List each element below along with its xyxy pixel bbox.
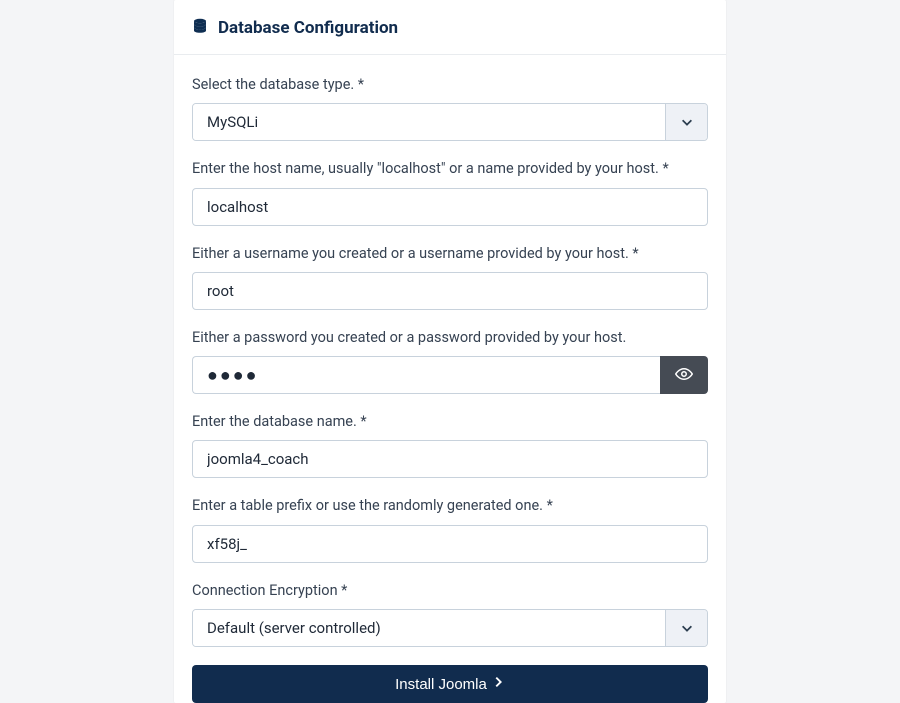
form-body: Select the database type. * MySQLi Enter… (174, 55, 726, 703)
username-group: Either a username you created or a usern… (192, 244, 708, 310)
dbname-group: Enter the database name. * (192, 412, 708, 478)
database-config-card: Database Configuration Select the databa… (174, 0, 726, 703)
host-group: Enter the host name, usually "localhost"… (192, 159, 708, 225)
prefix-input[interactable] (192, 525, 708, 563)
db-type-label: Select the database type. * (192, 75, 708, 95)
page-title: Database Configuration (218, 18, 398, 38)
db-type-group: Select the database type. * MySQLi (192, 75, 708, 141)
password-input[interactable]: ●●●● (192, 356, 660, 394)
db-type-value: MySQLi (193, 104, 665, 140)
prefix-label: Enter a table prefix or use the randomly… (192, 496, 708, 516)
card-header: Database Configuration (174, 0, 726, 55)
dbname-label: Enter the database name. * (192, 412, 708, 432)
password-input-group: ●●●● (192, 356, 708, 394)
dbname-input[interactable] (192, 440, 708, 478)
password-group: Either a password you created or a passw… (192, 328, 708, 394)
encryption-select[interactable]: Default (server controlled) (192, 609, 708, 647)
chevron-right-icon (491, 675, 505, 693)
chevron-down-icon (665, 104, 707, 140)
submit-group: Install Joomla (192, 665, 708, 703)
host-label: Enter the host name, usually "localhost"… (192, 159, 708, 179)
encryption-group: Connection Encryption * Default (server … (192, 581, 708, 647)
prefix-group: Enter a table prefix or use the randomly… (192, 496, 708, 562)
database-icon (192, 18, 208, 38)
chevron-down-icon (665, 610, 707, 646)
toggle-password-button[interactable] (660, 356, 708, 394)
eye-icon (675, 365, 693, 386)
username-label: Either a username you created or a usern… (192, 244, 708, 264)
encryption-label: Connection Encryption * (192, 581, 708, 601)
encryption-value: Default (server controlled) (193, 610, 665, 646)
install-button-label: Install Joomla (395, 676, 487, 693)
db-type-select[interactable]: MySQLi (192, 103, 708, 141)
username-input[interactable] (192, 272, 708, 310)
password-label: Either a password you created or a passw… (192, 328, 708, 348)
host-input[interactable] (192, 188, 708, 226)
install-button[interactable]: Install Joomla (192, 665, 708, 703)
